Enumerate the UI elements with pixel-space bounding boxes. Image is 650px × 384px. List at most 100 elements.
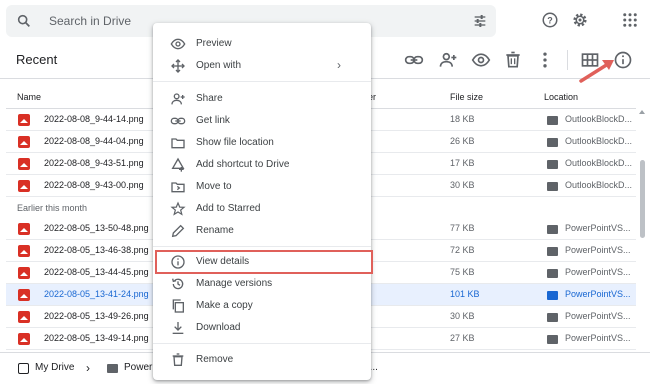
menu-item-download[interactable]: Download bbox=[153, 317, 371, 339]
file-location[interactable]: PowerPointVS... bbox=[565, 289, 631, 299]
add-shortcut-icon bbox=[171, 157, 185, 172]
menu-item-label: Show file location bbox=[196, 137, 274, 148]
svg-text:?: ? bbox=[547, 15, 553, 25]
folder-icon bbox=[547, 182, 558, 191]
trash-icon[interactable] bbox=[503, 50, 523, 70]
file-name: 2022-08-08_9-44-04.png bbox=[44, 136, 144, 146]
more-vert-icon[interactable] bbox=[535, 50, 555, 70]
add-person-icon[interactable] bbox=[438, 50, 458, 70]
menu-item-rename[interactable]: Rename bbox=[153, 220, 371, 242]
breadcrumb-folder[interactable]: Powerl bbox=[124, 362, 155, 373]
toolbar-separator bbox=[567, 50, 568, 70]
context-menu: Preview Open with › Share Get link Show … bbox=[153, 23, 371, 380]
menu-item-label: Add shortcut to Drive bbox=[196, 159, 290, 170]
my-drive-icon bbox=[18, 363, 29, 374]
menu-item-label: Remove bbox=[196, 354, 234, 365]
add-person-icon bbox=[171, 93, 185, 105]
eye-icon[interactable] bbox=[471, 50, 491, 70]
apps-grid-icon[interactable] bbox=[621, 11, 639, 29]
image-file-icon bbox=[18, 245, 30, 257]
file-name: 2022-08-05_13-50-48.png bbox=[44, 223, 149, 233]
folder-icon bbox=[547, 313, 558, 322]
menu-item-share[interactable]: Share bbox=[153, 88, 371, 110]
menu-item-label: Add to Starred bbox=[196, 203, 261, 214]
menu-item-open-with[interactable]: Open with › bbox=[153, 55, 371, 77]
menu-item-label: Preview bbox=[196, 38, 232, 49]
folder-icon bbox=[547, 269, 558, 278]
image-file-icon bbox=[18, 158, 30, 170]
menu-divider bbox=[153, 343, 371, 344]
menu-item-label: Make a copy bbox=[196, 300, 253, 311]
link-icon bbox=[170, 117, 186, 125]
menu-item-label: Open with bbox=[196, 60, 242, 71]
scrollbar-thumb[interactable] bbox=[640, 160, 645, 238]
file-location[interactable]: PowerPointVS... bbox=[565, 311, 631, 321]
section-label: Earlier this month bbox=[17, 203, 88, 213]
search-icon[interactable] bbox=[16, 13, 32, 29]
folder-icon bbox=[547, 335, 558, 344]
move-arrows-icon bbox=[171, 59, 185, 73]
file-location[interactable]: PowerPointVS... bbox=[565, 223, 631, 233]
help-icon[interactable]: ? bbox=[541, 11, 559, 29]
chevron-right-icon: › bbox=[86, 361, 90, 375]
column-header-file-size[interactable]: File size bbox=[450, 92, 483, 102]
menu-item-make-copy[interactable]: Make a copy bbox=[153, 295, 371, 317]
file-name: 2022-08-08_9-43-51.png bbox=[44, 158, 144, 168]
image-file-icon bbox=[18, 114, 30, 126]
menu-item-preview[interactable]: Preview bbox=[153, 33, 371, 55]
file-size: 30 KB bbox=[450, 311, 475, 321]
folder-icon bbox=[107, 364, 118, 373]
file-location[interactable]: PowerPointVS... bbox=[565, 267, 631, 277]
menu-item-remove[interactable]: Remove bbox=[153, 349, 371, 371]
menu-item-label: Share bbox=[196, 93, 223, 104]
menu-item-label: Move to bbox=[196, 181, 232, 192]
file-location[interactable]: OutlookBlockD... bbox=[565, 180, 632, 190]
menu-item-manage-versions[interactable]: Manage versions bbox=[153, 273, 371, 295]
file-size: 75 KB bbox=[450, 267, 475, 277]
history-icon bbox=[172, 278, 184, 290]
menu-item-get-link[interactable]: Get link bbox=[153, 110, 371, 132]
menu-item-show-location[interactable]: Show file location bbox=[153, 132, 371, 154]
file-size: 101 KB bbox=[450, 289, 480, 299]
gear-icon[interactable] bbox=[571, 11, 589, 29]
file-location[interactable]: PowerPointVS... bbox=[565, 333, 631, 343]
menu-item-add-shortcut[interactable]: Add shortcut to Drive bbox=[153, 154, 371, 176]
file-name: 2022-08-05_13-49-26.png bbox=[44, 311, 149, 321]
file-name: 2022-08-05_13-46-38.png bbox=[44, 245, 149, 255]
file-name: 2022-08-05_13-49-14.png bbox=[44, 333, 149, 343]
file-location[interactable]: OutlookBlockD... bbox=[565, 136, 632, 146]
image-file-icon bbox=[18, 267, 30, 279]
tune-icon[interactable] bbox=[472, 13, 488, 29]
move-folder-icon bbox=[171, 182, 185, 193]
image-file-icon bbox=[18, 180, 30, 192]
file-location[interactable]: OutlookBlockD... bbox=[565, 158, 632, 168]
chevron-right-icon: › bbox=[337, 58, 341, 72]
file-name: 2022-08-05_13-41-24.png bbox=[44, 289, 149, 299]
column-header-location[interactable]: Location bbox=[544, 92, 578, 102]
file-size: 72 KB bbox=[450, 245, 475, 255]
search-input[interactable]: Search in Drive bbox=[49, 14, 131, 28]
scroll-up-arrow[interactable] bbox=[639, 110, 645, 114]
file-name: 2022-08-08_9-43-00.png bbox=[44, 180, 144, 190]
folder-icon bbox=[547, 138, 558, 147]
eye-icon bbox=[170, 38, 186, 50]
link-icon[interactable] bbox=[404, 50, 424, 70]
file-size: 18 KB bbox=[450, 114, 475, 124]
menu-item-add-starred[interactable]: Add to Starred bbox=[153, 198, 371, 220]
file-size: 27 KB bbox=[450, 333, 475, 343]
menu-item-label: Get link bbox=[196, 115, 230, 126]
image-file-icon bbox=[18, 311, 30, 323]
file-name: 2022-08-08_9-44-14.png bbox=[44, 114, 144, 124]
file-location[interactable]: OutlookBlockD... bbox=[565, 114, 632, 124]
column-header-name[interactable]: Name bbox=[17, 92, 41, 102]
file-size: 17 KB bbox=[450, 158, 475, 168]
breadcrumb-my-drive[interactable]: My Drive bbox=[35, 362, 74, 373]
menu-item-move-to[interactable]: Move to bbox=[153, 176, 371, 198]
file-location[interactable]: PowerPointVS... bbox=[565, 245, 631, 255]
annotation-highlight bbox=[155, 250, 373, 274]
menu-item-label: Rename bbox=[196, 225, 234, 236]
image-file-icon bbox=[18, 223, 30, 235]
menu-divider bbox=[153, 246, 371, 247]
image-file-icon bbox=[18, 136, 30, 148]
folder-icon bbox=[547, 160, 558, 169]
